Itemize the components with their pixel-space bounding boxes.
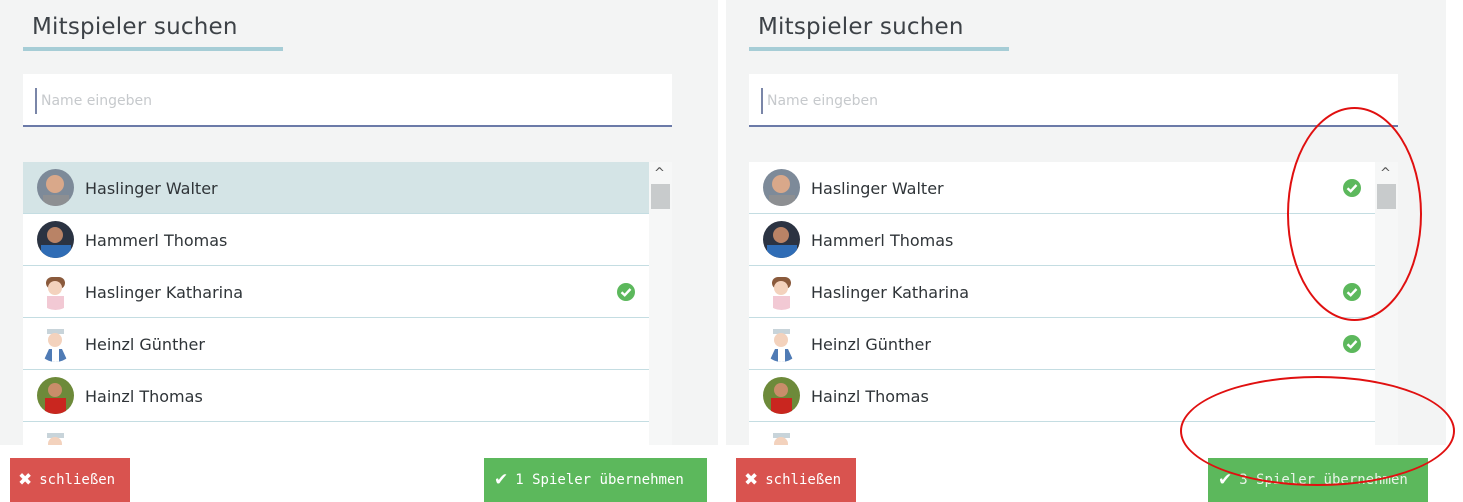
- close-button[interactable]: ✖ schließen: [736, 458, 856, 502]
- player-name: Haslinger Katharina: [85, 283, 244, 302]
- check-circle-icon: [1342, 178, 1362, 198]
- search-input[interactable]: [761, 88, 1369, 114]
- close-button[interactable]: ✖ schließen: [10, 458, 130, 502]
- accept-button-label: 3 Spieler übernehmen: [1239, 472, 1408, 488]
- search-input[interactable]: [35, 88, 643, 114]
- player-name: Hainzl Thomas: [85, 387, 203, 406]
- list-item[interactable]: Haslinger Walter: [749, 162, 1398, 214]
- accept-players-button[interactable]: ✔ 3 Spieler übernehmen: [1208, 458, 1428, 502]
- player-name: Haslinger Walter: [811, 179, 944, 198]
- close-button-label: schließen: [39, 472, 116, 488]
- avatar: [763, 273, 800, 310]
- search-box: [23, 74, 672, 127]
- player-search-dialog-left: Mitspieler suchen Haslinger Walter Hamme…: [0, 0, 718, 502]
- scrollbar[interactable]: ^: [1375, 162, 1398, 445]
- avatar: [763, 169, 800, 206]
- dialog-title: Mitspieler suchen: [758, 14, 964, 40]
- avatar: [37, 273, 74, 310]
- title-underline: [749, 47, 1009, 51]
- search-box: [749, 74, 1398, 127]
- avatar: [763, 377, 800, 414]
- avatar: [37, 169, 74, 206]
- scroll-thumb[interactable]: [651, 184, 670, 209]
- accept-players-button[interactable]: ✔ 1 Spieler übernehmen: [484, 458, 707, 502]
- close-button-label: schließen: [765, 472, 842, 488]
- list-item[interactable]: [749, 422, 1398, 445]
- check-circle-icon: [1342, 282, 1362, 302]
- player-name: Heinzl Günther: [85, 335, 205, 354]
- chevron-up-icon[interactable]: ^: [654, 166, 665, 181]
- list-item[interactable]: Heinzl Günther: [749, 318, 1398, 370]
- avatar: [763, 325, 800, 362]
- chevron-up-icon[interactable]: ^: [1380, 166, 1391, 181]
- list-item[interactable]: Hainzl Thomas: [749, 370, 1398, 422]
- player-name: Hammerl Thomas: [811, 231, 954, 250]
- player-search-dialog-right: Mitspieler suchen Haslinger Walter Hamme…: [726, 0, 1446, 502]
- scroll-thumb[interactable]: [1377, 184, 1396, 209]
- avatar: [37, 325, 74, 362]
- list-item[interactable]: [23, 422, 672, 445]
- player-list: Haslinger Walter Hammerl Thomas Haslinge…: [749, 162, 1398, 445]
- player-name: Haslinger Katharina: [811, 283, 970, 302]
- check-icon: ✔: [494, 470, 509, 490]
- avatar: [37, 377, 74, 414]
- scrollbar[interactable]: ^: [649, 162, 672, 445]
- avatar: [763, 429, 800, 445]
- player-name: Haslinger Walter: [85, 179, 218, 198]
- list-item[interactable]: Haslinger Katharina: [749, 266, 1398, 318]
- player-name: Heinzl Günther: [811, 335, 931, 354]
- list-item[interactable]: Heinzl Günther: [23, 318, 672, 370]
- avatar: [37, 429, 74, 445]
- player-name: Hammerl Thomas: [85, 231, 228, 250]
- accept-button-label: 1 Spieler übernehmen: [515, 472, 684, 488]
- times-icon: ✖: [744, 470, 759, 490]
- list-item[interactable]: Hainzl Thomas: [23, 370, 672, 422]
- player-name: Hainzl Thomas: [811, 387, 929, 406]
- check-circle-icon: [616, 282, 636, 302]
- check-icon: ✔: [1218, 470, 1233, 490]
- check-circle-icon: [1342, 334, 1362, 354]
- avatar: [37, 221, 74, 258]
- list-item[interactable]: Hammerl Thomas: [749, 214, 1398, 266]
- list-item[interactable]: Hammerl Thomas: [23, 214, 672, 266]
- title-underline: [23, 47, 283, 51]
- times-icon: ✖: [18, 470, 33, 490]
- player-list: Haslinger Walter Hammerl Thomas Haslinge…: [23, 162, 672, 445]
- list-item[interactable]: Haslinger Walter: [23, 162, 672, 214]
- avatar: [763, 221, 800, 258]
- dialog-title: Mitspieler suchen: [32, 14, 238, 40]
- list-item[interactable]: Haslinger Katharina: [23, 266, 672, 318]
